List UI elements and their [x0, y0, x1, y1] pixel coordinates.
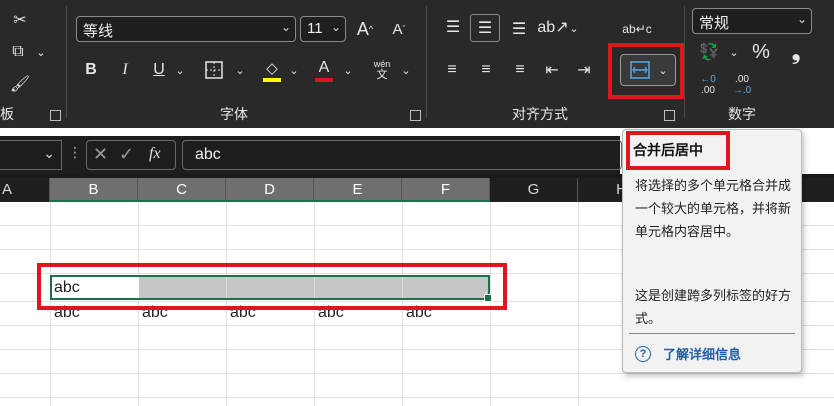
merge-center-tooltip: 合并后居中 将选择的多个单元格合并成一个较大的单元格，并将新单元格内容居中。 这…: [622, 129, 802, 373]
bold-icon[interactable]: B: [80, 58, 102, 82]
number-format-value: 常规: [699, 15, 730, 32]
copy-icon[interactable]: ⧉: [6, 40, 30, 64]
dec-decimal-top: .00: [735, 74, 749, 85]
bottom-align-icon[interactable]: ☰: [506, 16, 532, 42]
borders-dropdown-chevron-icon[interactable]: ⌄: [234, 60, 246, 80]
column-header-e[interactable]: E: [314, 178, 402, 202]
inc-decimal-bottom: .00: [701, 85, 715, 96]
cut-icon[interactable]: ✂: [8, 8, 32, 32]
phonetic-bottom-text: 文: [376, 69, 388, 81]
increase-indent-icon[interactable]: ⇥: [572, 58, 596, 82]
column-header-a[interactable]: A: [0, 178, 50, 202]
column-header-f[interactable]: F: [402, 178, 490, 202]
help-icon: ?: [635, 345, 651, 362]
percent-style-icon[interactable]: %: [748, 40, 774, 64]
fill-color-icon[interactable]: ◇: [260, 56, 284, 84]
ribbon: ✂ ⧉ ⌄ 🖌 板 等线 ⌄ 11 ⌄ A ^ Aˇ B I U ⌄ ⌄ ◇ ⌄ …: [0, 0, 834, 128]
decrease-decimal-icon[interactable]: .00 →.0: [728, 72, 756, 98]
number-group-label: 数字: [728, 106, 756, 122]
separator: [426, 6, 427, 118]
format-painter-icon[interactable]: 🖌: [8, 72, 32, 96]
name-box[interactable]: ⌄: [0, 140, 62, 170]
comma-style-icon[interactable]: ❟: [786, 39, 806, 64]
underline-icon[interactable]: U: [148, 58, 170, 82]
chevron-down-icon: ⌄: [280, 20, 291, 34]
phonetic-guide-icon[interactable]: wén 文: [368, 56, 396, 84]
tooltip-divider: [629, 333, 795, 334]
learn-more-text: 了解详细信息: [663, 347, 742, 362]
font-name-value: 等线: [83, 23, 114, 40]
clipboard-dialog-launcher[interactable]: [50, 110, 61, 121]
formula-bar: ⌄ ⋮ ✕ ✓ fx abc: [0, 136, 622, 174]
phonetic-dropdown-chevron-icon[interactable]: ⌄: [400, 60, 412, 80]
align-center-icon[interactable]: ≡: [474, 58, 498, 82]
orientation-dropdown-chevron-icon[interactable]: ⌄: [568, 18, 580, 38]
formula-input[interactable]: abc: [182, 140, 622, 170]
row-line: [0, 373, 834, 374]
clipboard-group-label: 板: [0, 106, 14, 122]
chevron-down-icon: ⌄: [43, 145, 55, 161]
wrap-text-icon[interactable]: ab↵c: [622, 14, 652, 44]
increase-decimal-icon[interactable]: ←0 .00: [694, 72, 722, 98]
column-header-c[interactable]: C: [138, 178, 226, 202]
font-color-icon[interactable]: A: [312, 56, 336, 84]
inc-decimal-top: ←0: [700, 74, 716, 85]
tooltip-tip: 这是创建跨多列标签的好方式。: [635, 288, 792, 326]
formula-content: abc: [195, 146, 221, 163]
dec-decimal-bottom: →.0: [732, 85, 752, 96]
separator: [66, 6, 67, 118]
merge-button-highlight: [608, 43, 684, 99]
tooltip-description: 将选择的多个单元格合并成一个较大的单元格，并将新单元格内容居中。: [635, 178, 792, 239]
fill-color-dropdown-chevron-icon[interactable]: ⌄: [288, 60, 300, 80]
decrease-indent-icon[interactable]: ⇤: [540, 58, 564, 82]
decrease-font-size-icon[interactable]: Aˇ: [386, 16, 412, 42]
column-header-b[interactable]: B: [50, 178, 138, 202]
formula-buttons-group: ✕ ✓ fx: [86, 140, 176, 170]
cancel-icon[interactable]: ✕: [93, 144, 108, 165]
enter-icon[interactable]: ✓: [119, 144, 134, 165]
col-line: [578, 202, 579, 406]
middle-align-icon[interactable]: ☰: [470, 14, 500, 42]
accounting-format-icon[interactable]: 💱: [696, 40, 722, 64]
italic-icon[interactable]: I: [114, 58, 136, 82]
accounting-dropdown-chevron-icon[interactable]: ⌄: [728, 42, 740, 62]
font-name-select[interactable]: 等线 ⌄: [76, 16, 296, 42]
alignment-group-label: 对齐方式: [512, 106, 568, 122]
font-size-select[interactable]: 11 ⌄: [300, 16, 346, 42]
underline-dropdown-chevron-icon[interactable]: ⌄: [174, 60, 186, 80]
number-format-select[interactable]: 常规 ⌄: [692, 8, 812, 34]
copy-dropdown-chevron-icon[interactable]: ⌄: [34, 42, 48, 62]
chevron-down-icon: ⌄: [330, 20, 341, 34]
font-dialog-launcher[interactable]: [410, 110, 421, 121]
orientation-icon[interactable]: ab↗: [537, 14, 568, 40]
font-size-value: 11: [307, 20, 323, 37]
font-group-label: 字体: [220, 106, 248, 122]
range-highlight: [37, 263, 507, 310]
alignment-dialog-launcher[interactable]: [664, 110, 675, 121]
borders-icon[interactable]: [202, 58, 226, 82]
tooltip-title-highlight: [626, 131, 730, 170]
font-color-dropdown-chevron-icon[interactable]: ⌄: [342, 60, 354, 80]
row-line: [0, 397, 834, 398]
column-header-d[interactable]: D: [226, 178, 314, 202]
more-options-icon[interactable]: ⋮: [68, 144, 82, 161]
separator: [684, 6, 685, 118]
align-right-icon[interactable]: ≡: [508, 58, 532, 82]
increase-font-size-icon[interactable]: A ^: [352, 16, 378, 42]
chevron-down-icon: ⌄: [796, 12, 807, 26]
tooltip-learn-more-link[interactable]: ? 了解详细信息: [635, 344, 741, 363]
insert-function-icon[interactable]: fx: [149, 145, 161, 163]
top-align-icon[interactable]: ☰: [440, 14, 466, 40]
align-left-icon[interactable]: ≡: [440, 58, 464, 82]
column-header-g[interactable]: G: [490, 178, 578, 202]
